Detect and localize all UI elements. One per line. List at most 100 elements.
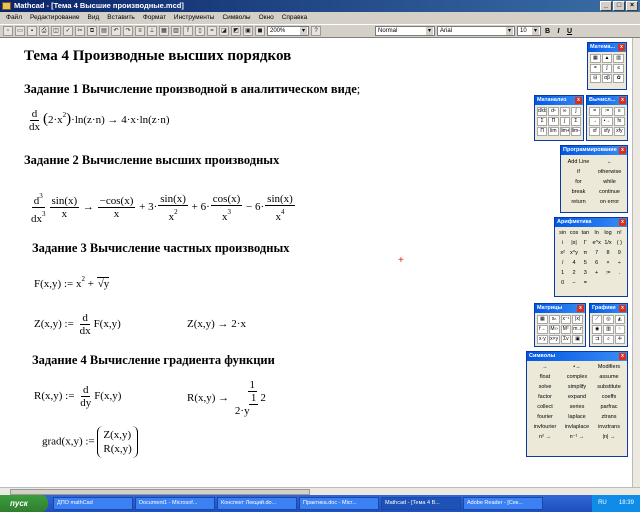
eval-item[interactable]: xfy: [613, 127, 625, 136]
start-button[interactable]: пуск: [0, 495, 48, 512]
calculus-icon[interactable]: ∫: [601, 64, 613, 73]
menu-tools[interactable]: Инструменты: [170, 12, 219, 24]
product-icon[interactable]: Π: [548, 117, 559, 126]
symbolic-keyword-button[interactable]: Modifiers: [593, 362, 625, 372]
component-icon[interactable]: ◪: [219, 26, 229, 36]
taskbar-item[interactable]: ДПО mathCad: [53, 497, 133, 510]
arithmetic-key[interactable]: Γ: [580, 238, 591, 248]
symbolic-keyword-button[interactable]: collect: [529, 402, 561, 412]
menu-file[interactable]: Файл: [2, 12, 26, 24]
spell-icon[interactable]: ✓: [63, 26, 73, 36]
greek-icon[interactable]: αβ: [601, 74, 613, 83]
arithmetic-key[interactable]: tan: [580, 228, 591, 238]
range-product-icon[interactable]: Π: [537, 127, 548, 136]
arithmetic-key[interactable]: n!: [614, 228, 625, 238]
symbolic-keyword-button[interactable]: →: [529, 362, 561, 372]
symbolic-keyword-button[interactable]: assume: [593, 372, 625, 382]
zoom-icon[interactable]: ⌕: [603, 335, 614, 344]
scatter-plot-icon[interactable]: ⁘: [614, 325, 625, 334]
undo-icon[interactable]: ↶: [111, 26, 121, 36]
for-button[interactable]: for: [563, 177, 594, 187]
range-sum-icon[interactable]: Σ: [570, 117, 581, 126]
eval-item[interactable]: =: [589, 107, 601, 116]
arithmetic-key[interactable]: 0: [557, 278, 568, 288]
definite-integral-icon[interactable]: ∫: [570, 107, 581, 116]
summation-icon[interactable]: Σ: [537, 117, 548, 126]
vectorize-icon[interactable]: f→: [537, 325, 548, 334]
taskbar-item[interactable]: Adobe Reader - [Сек...: [463, 497, 543, 510]
taskbar-item[interactable]: Конспект Лекций.do...: [217, 497, 297, 510]
close-icon[interactable]: x: [575, 97, 582, 104]
menu-format[interactable]: Формат: [139, 12, 170, 24]
arithmetic-key[interactable]: ×: [602, 258, 613, 268]
taskbar-item[interactable]: Практика.doc - Micr...: [299, 497, 379, 510]
arithmetic-key[interactable]: 4: [568, 258, 579, 268]
transpose-icon[interactable]: Mᵀ: [560, 325, 572, 334]
cut-icon[interactable]: ✂: [75, 26, 85, 36]
arithmetic-key[interactable]: e^x: [591, 238, 602, 248]
calculator-icon[interactable]: ▦: [590, 54, 601, 63]
polar-plot-icon[interactable]: ◎: [603, 315, 614, 324]
calculate-icon[interactable]: ▣: [243, 26, 253, 36]
menu-symbolics[interactable]: Символы: [218, 12, 254, 24]
symbolic-keyword-button[interactable]: parfrac: [593, 402, 625, 412]
matrix-icon[interactable]: ▥: [613, 54, 624, 63]
arithmetic-key[interactable]: 8: [602, 248, 613, 258]
arithmetic-key[interactable]: 9: [614, 248, 625, 258]
horizontal-scrollbar[interactable]: [0, 487, 640, 495]
symbolic-keyword-button[interactable]: invfourier: [529, 422, 561, 432]
sum-icon[interactable]: Σv: [560, 335, 572, 344]
trace-icon[interactable]: ✛: [614, 335, 625, 344]
inverse-icon[interactable]: x⁻¹: [560, 315, 572, 324]
determinant-icon[interactable]: |x|: [572, 315, 583, 324]
derivative-icon[interactable]: d/dx: [537, 107, 548, 116]
help-icon[interactable]: ?: [311, 26, 321, 36]
cross-product-icon[interactable]: x×y: [548, 335, 560, 344]
dot-product-icon[interactable]: x·y: [537, 335, 548, 344]
arithmetic-key[interactable]: cos: [568, 228, 579, 238]
symbolic-keyword-button[interactable]: invlaplace: [561, 422, 593, 432]
close-button[interactable]: ×: [626, 1, 638, 11]
arithmetic-key[interactable]: log: [602, 228, 613, 238]
save-icon[interactable]: ▪: [27, 26, 37, 36]
zoom-select[interactable]: 200%: [267, 26, 309, 36]
language-indicator[interactable]: RU: [598, 495, 607, 512]
symbolic-keyword-button[interactable]: invztrans: [593, 422, 625, 432]
subscript-icon[interactable]: xₙ: [548, 315, 560, 324]
symbolic-keyword-button[interactable]: substitute: [593, 382, 625, 392]
arithmetic-key[interactable]: 2: [568, 268, 579, 278]
task-2-expression[interactable]: d3 dx3 sin(x) x → −cos(x) x + 3· sin(x) x2 + 6…: [28, 190, 296, 225]
print-icon[interactable]: ⎙: [39, 26, 49, 36]
infinity-icon[interactable]: ∞: [559, 107, 570, 116]
symbolic-icon[interactable]: ✿: [613, 74, 624, 83]
equals-icon[interactable]: =: [207, 26, 217, 36]
preview-icon[interactable]: ◫: [51, 26, 61, 36]
taskbar-item-active[interactable]: Mathcad - [Тема 4 В...: [381, 497, 461, 510]
symbolic-keyword-button[interactable]: ztrans: [593, 412, 625, 422]
close-icon[interactable]: x: [618, 44, 625, 51]
eval-item[interactable]: ≡: [613, 107, 625, 116]
symbolic-keyword-button[interactable]: fourier: [529, 412, 561, 422]
redo-icon[interactable]: ↷: [123, 26, 133, 36]
menu-edit[interactable]: Редактирование: [26, 12, 84, 24]
maximize-button[interactable]: □: [613, 1, 625, 11]
otherwise-button[interactable]: otherwise: [594, 167, 625, 177]
xy-plot-icon[interactable]: ⟋: [592, 315, 603, 324]
indefinite-integral-icon[interactable]: ∫: [559, 117, 570, 126]
eval-item[interactable]: →: [589, 117, 601, 126]
close-icon[interactable]: x: [619, 219, 626, 226]
units-icon[interactable]: ▯: [195, 26, 205, 36]
programming-icon[interactable]: ⊟: [590, 74, 601, 83]
paste-icon[interactable]: ▤: [99, 26, 109, 36]
eval-item[interactable]: :=: [601, 107, 613, 116]
while-button[interactable]: while: [594, 177, 625, 187]
vertical-scrollbar[interactable]: [632, 38, 640, 487]
f-definition[interactable]: F(x,y) := x2 + √y: [34, 273, 110, 290]
evaluation-icon[interactable]: =: [590, 64, 601, 73]
eval-item[interactable]: •→: [601, 117, 613, 126]
close-icon[interactable]: x: [619, 97, 626, 104]
arithmetic-key[interactable]: |x|: [568, 238, 579, 248]
style-select[interactable]: Normal: [375, 26, 435, 36]
symbolic-keyword-button[interactable]: n² →: [529, 432, 561, 442]
eval-item[interactable]: xf: [589, 127, 601, 136]
